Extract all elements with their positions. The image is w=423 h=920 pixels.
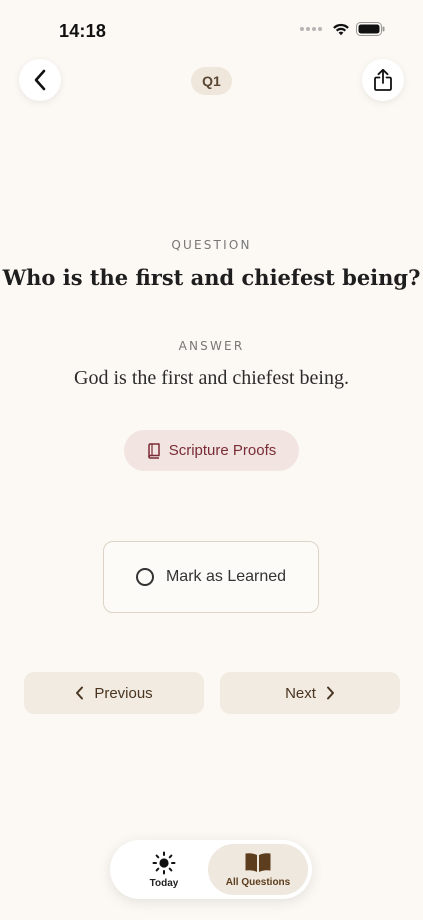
tab-today-label: Today xyxy=(149,877,179,889)
wifi-icon xyxy=(333,23,349,36)
question-number-badge: Q1 xyxy=(191,67,232,95)
chevron-left-icon xyxy=(34,69,46,91)
next-button[interactable]: Next xyxy=(220,672,400,714)
tab-bar: Today All Questions xyxy=(110,840,312,899)
question-label: QUESTION xyxy=(171,238,252,252)
previous-label: Previous xyxy=(94,684,153,702)
mark-as-learned-label: Mark as Learned xyxy=(165,568,287,585)
cellular-signal-icon xyxy=(300,27,322,31)
mark-as-learned-button[interactable]: Mark as Learned xyxy=(103,541,319,613)
answer-label: ANSWER xyxy=(178,339,245,353)
book-open-icon xyxy=(245,852,271,872)
question-text: Who is the first and chiefest being? xyxy=(2,265,421,290)
scripture-proofs-label: Scripture Proofs xyxy=(168,442,277,459)
status-icons xyxy=(300,22,385,36)
next-label: Next xyxy=(285,684,316,702)
share-button[interactable] xyxy=(362,59,404,101)
book-icon xyxy=(147,442,160,459)
back-button[interactable] xyxy=(19,59,61,101)
sun-icon xyxy=(152,851,176,874)
tab-all-questions[interactable]: All Questions xyxy=(208,844,308,895)
chevron-right-icon xyxy=(326,686,334,700)
battery-icon xyxy=(356,22,385,36)
scripture-proofs-button[interactable]: Scripture Proofs xyxy=(124,430,299,471)
unchecked-circle-icon xyxy=(135,568,154,586)
tab-all-questions-label: All Questions xyxy=(225,876,291,888)
answer-text: God is the first and chiefest being. xyxy=(74,367,349,389)
tab-today[interactable]: Today xyxy=(114,844,214,895)
previous-button[interactable]: Previous xyxy=(24,672,204,714)
status-time: 14:18 xyxy=(59,21,107,41)
chevron-left-icon xyxy=(76,686,84,700)
share-icon xyxy=(374,68,392,91)
